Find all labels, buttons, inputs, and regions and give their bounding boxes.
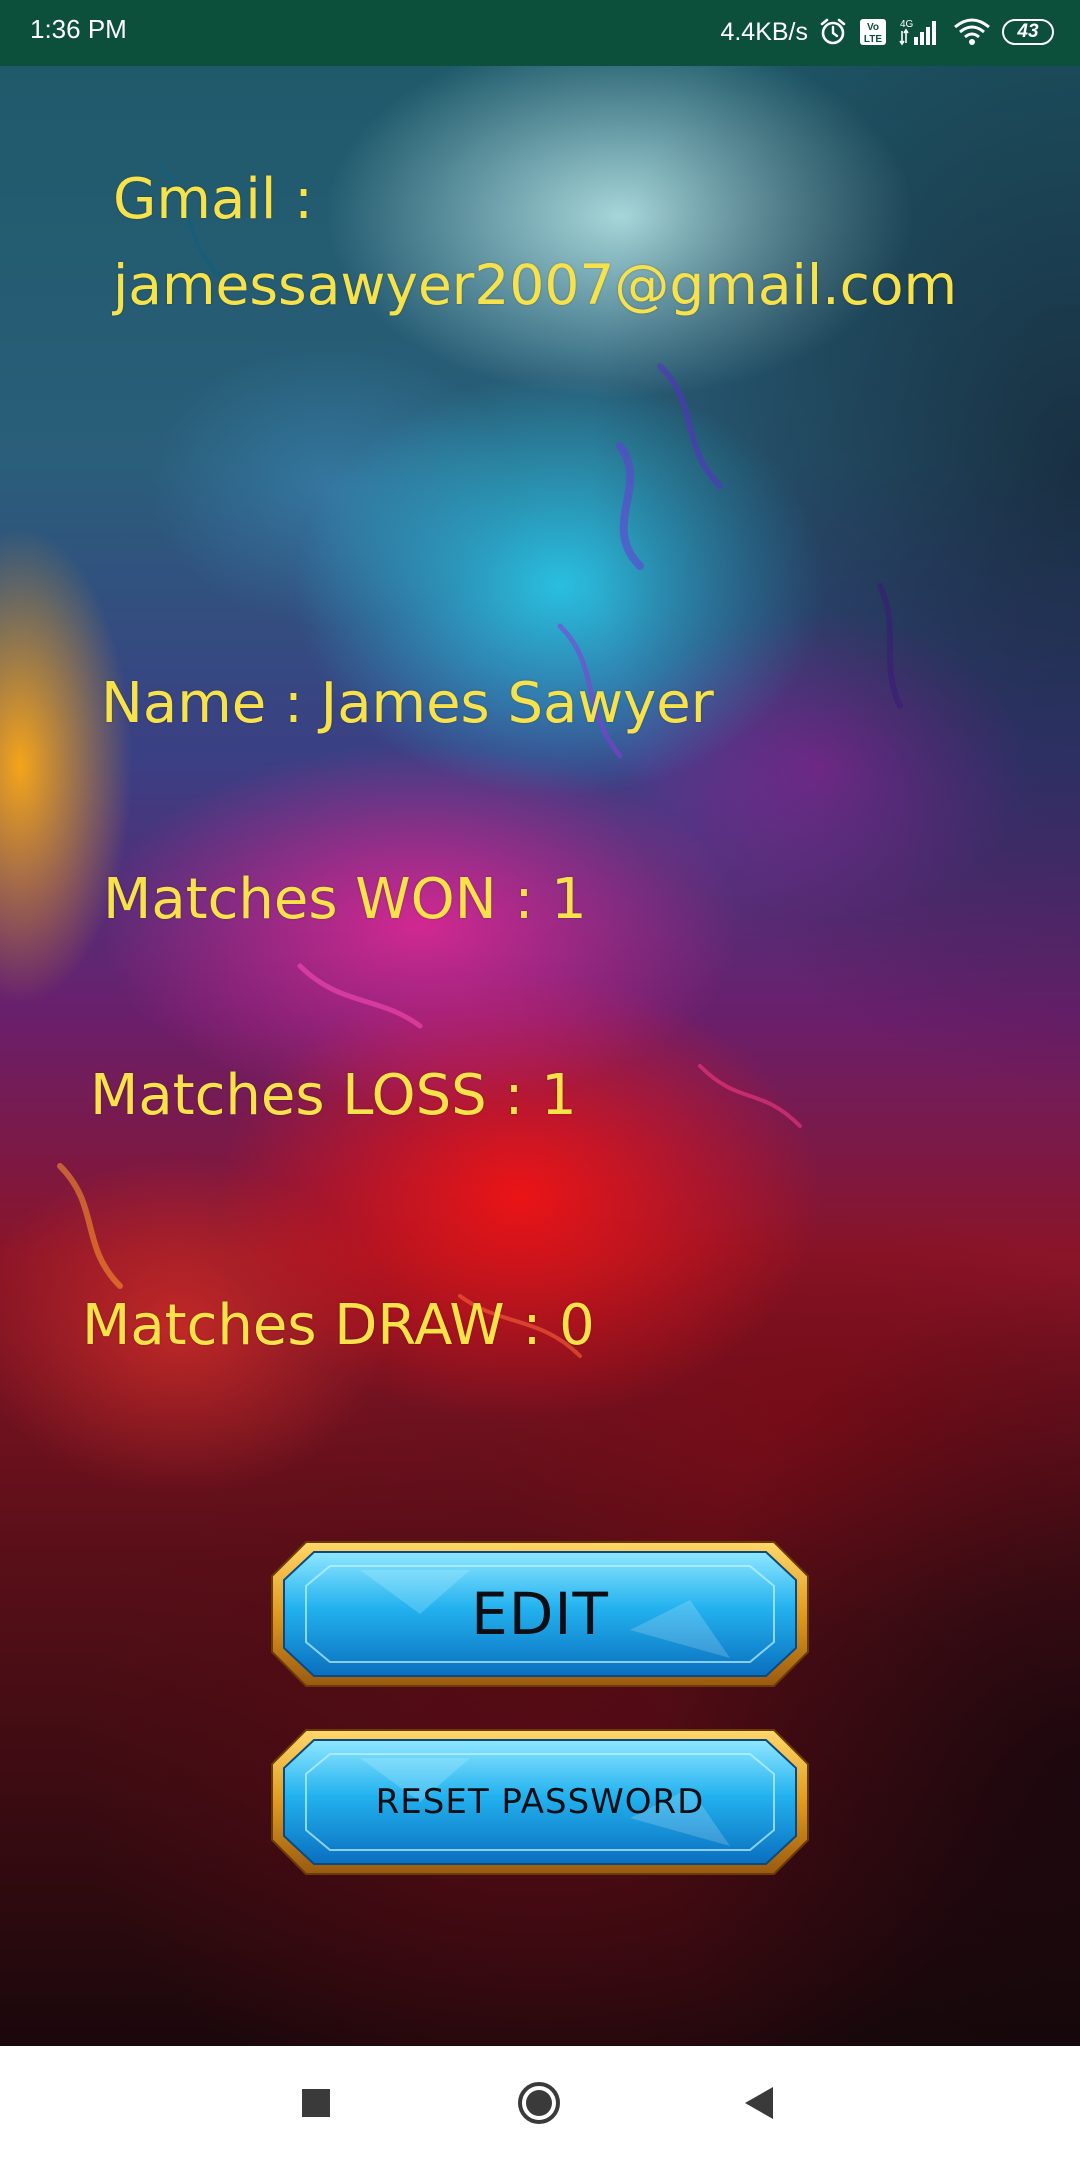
reset-password-button-label: RESET PASSWORD: [375, 1782, 705, 1822]
matches-draw: Matches DRAW : 0: [82, 1293, 595, 1358]
svg-text:LTE: LTE: [864, 34, 882, 45]
navigation-bar: [0, 2046, 1080, 2160]
status-bar: 1:36 PM 4.4KB/s Vo LTE 4G 43: [0, 0, 1080, 66]
svg-text:4G: 4G: [900, 19, 914, 30]
matches-won: Matches WON : 1: [103, 867, 587, 932]
home-button[interactable]: [479, 2046, 599, 2160]
status-icons: 4.4KB/s Vo LTE 4G 43: [720, 12, 1054, 52]
wifi-icon: [952, 17, 992, 47]
alarm-icon: [818, 17, 848, 47]
volte-icon: Vo LTE: [858, 17, 888, 47]
matches-loss: Matches LOSS : 1: [90, 1063, 577, 1128]
recents-button[interactable]: [256, 2046, 376, 2160]
battery-level: 43: [1017, 21, 1039, 42]
edit-button[interactable]: EDIT: [270, 1540, 810, 1688]
back-triangle-icon: [745, 2087, 773, 2119]
reset-password-button[interactable]: RESET PASSWORD: [270, 1728, 810, 1876]
back-button[interactable]: [700, 2046, 820, 2160]
recents-square-icon: [302, 2089, 330, 2117]
player-name: Name : James Sawyer: [101, 671, 714, 736]
home-circle-icon: [518, 2082, 560, 2124]
gmail-label: Gmail :: [113, 167, 314, 232]
profile-screen: Gmail : jamessawyer2007@gmail.com Name :…: [0, 66, 1080, 2046]
gmail-value: jamessawyer2007@gmail.com: [113, 253, 958, 317]
battery-icon: 43: [1002, 19, 1054, 45]
edit-button-label: EDIT: [471, 1580, 609, 1648]
network-speed: 4.4KB/s: [720, 17, 808, 46]
svg-text:Vo: Vo: [867, 22, 879, 33]
status-time: 1:36 PM: [30, 14, 127, 44]
signal-4g-icon: 4G: [898, 17, 942, 47]
